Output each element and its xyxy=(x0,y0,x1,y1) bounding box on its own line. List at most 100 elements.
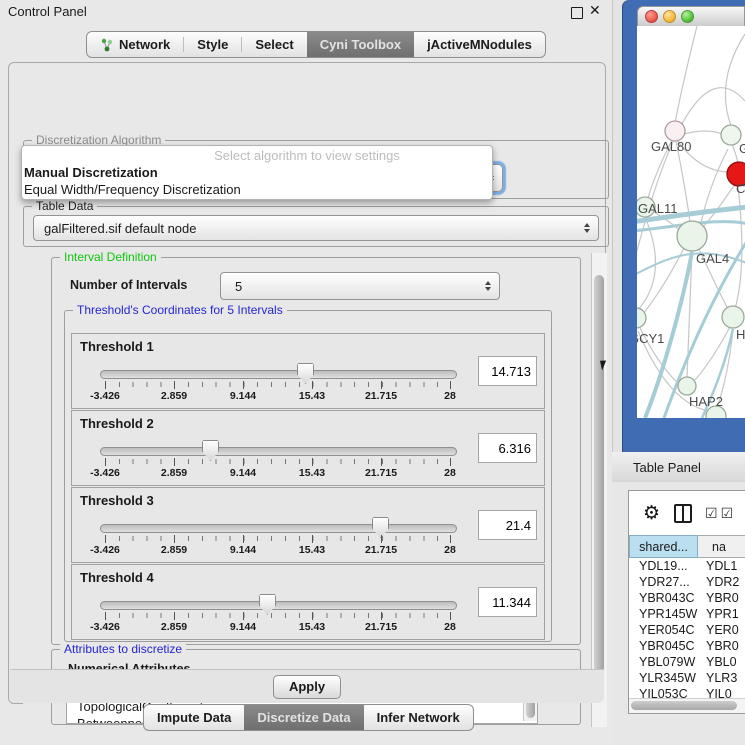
node-h[interactable] xyxy=(722,306,744,328)
tab-network[interactable]: Network xyxy=(87,32,183,57)
scrollbar-thumb[interactable] xyxy=(594,275,604,699)
dropdown-option-equal-width-frequency[interactable]: Equal Width/Frequency Discretization xyxy=(22,181,492,198)
node-label: HAP2 xyxy=(689,394,723,409)
algorithm-dropdown-popup: Select algorithm to view settings Manual… xyxy=(21,145,493,200)
threshold-3-value-field[interactable] xyxy=(478,510,537,540)
table-row[interactable]: YPR145WYPR1 xyxy=(629,606,745,622)
threshold-2-panel: Threshold 2 -3.426 2.859 9.144 15.43 21.… xyxy=(71,410,545,486)
tab-network-label: Network xyxy=(119,37,170,52)
tick-label: 28 xyxy=(444,544,456,556)
network-window-titlebar[interactable] xyxy=(637,6,745,26)
select-all-checkbox-icon[interactable]: ☑ xyxy=(705,505,718,522)
tick-label: -3.426 xyxy=(90,390,120,402)
column-header-name[interactable]: na xyxy=(698,535,745,558)
cell: YDR27... xyxy=(629,574,698,590)
table-row[interactable]: YBR045CYBR0 xyxy=(629,638,745,654)
group-title: Table Data xyxy=(32,199,97,213)
slider-thumb[interactable] xyxy=(202,440,219,461)
tab-discretize-data-label: Discretize Data xyxy=(257,710,350,725)
table-row[interactable]: YBR043CYBR0 xyxy=(629,590,745,606)
mac-minimize-button[interactable] xyxy=(663,10,676,23)
combo-value: galFiltered.sif default node xyxy=(34,221,580,236)
node-gal4[interactable] xyxy=(677,221,707,251)
threshold-3-slider[interactable] xyxy=(100,524,457,533)
tick-label: 15.43 xyxy=(299,621,325,633)
select-all-checkbox-icon[interactable]: ☑ xyxy=(721,505,734,522)
table-row[interactable]: YLR345WYLR3 xyxy=(629,670,745,686)
control-panel: Control Panel ✕ Network Style Select Cyn… xyxy=(0,0,613,745)
table-rows: YDL19...YDL1 YDR27...YDR2 YBR043CYBR0 YP… xyxy=(629,558,745,702)
combo-stepper-icon xyxy=(481,281,495,291)
table-row[interactable]: YDL19...YDL1 xyxy=(629,558,745,574)
tick-label: 15.43 xyxy=(299,544,325,556)
tab-infer-network[interactable]: Infer Network xyxy=(364,705,473,730)
float-window-icon[interactable] xyxy=(571,7,583,19)
threshold-1-value-field[interactable] xyxy=(478,356,537,386)
cell: YLR345W xyxy=(629,670,698,686)
threshold-4-value-field[interactable] xyxy=(478,587,537,617)
network-canvas[interactable]: GAL80 GA C GAL11 GAL4 GCY1 H HAP2 xyxy=(637,26,745,418)
tab-impute-data[interactable]: Impute Data xyxy=(144,705,244,730)
node-label: GCY1 xyxy=(637,331,664,346)
tick-label: 28 xyxy=(444,390,456,402)
node-top-right[interactable] xyxy=(721,125,741,145)
panel-title: Control Panel xyxy=(8,4,87,19)
node-hap2[interactable] xyxy=(678,377,696,395)
node-label: H xyxy=(736,327,745,342)
tick-label: 21.715 xyxy=(365,621,397,633)
settings-scrollpane: Interval Definition Number of Intervals … xyxy=(23,253,607,727)
slider-ticks xyxy=(105,536,451,541)
threshold-2-value-field[interactable] xyxy=(478,433,537,463)
tab-select[interactable]: Select xyxy=(242,32,306,57)
cell: YER0 xyxy=(698,622,745,638)
node-gal80[interactable] xyxy=(665,121,685,141)
table-horizontal-scrollbar[interactable] xyxy=(629,698,745,713)
threshold-2-slider[interactable] xyxy=(100,447,457,456)
node-table: ⚙ ☑ ☑ shared... na YDL19...YDL1 YDR27...… xyxy=(628,490,745,714)
threshold-4-slider[interactable] xyxy=(100,601,457,610)
slider-thumb[interactable] xyxy=(259,594,276,615)
table-row[interactable]: YBL079WYBL0 xyxy=(629,654,745,670)
tick-label: 28 xyxy=(444,467,456,479)
table-data-combobox[interactable]: galFiltered.sif default node xyxy=(33,215,599,241)
column-header-shared-name[interactable]: shared... xyxy=(629,535,698,558)
mac-zoom-button[interactable] xyxy=(681,10,694,23)
threshold-label: Threshold 4 xyxy=(80,570,154,585)
slider-ticks xyxy=(105,459,451,464)
settings-scrollbar[interactable] xyxy=(591,253,607,727)
table-row[interactable]: YER054CYER0 xyxy=(629,622,745,638)
tick-label: 2.859 xyxy=(161,467,187,479)
number-of-intervals-combobox[interactable]: 5 xyxy=(220,272,500,300)
thresholds-coordinates-group: Threshold's Coordinates for 5 Intervals … xyxy=(64,310,552,642)
tick-label: 9.144 xyxy=(230,467,256,479)
node-label: GA xyxy=(739,141,745,156)
cell: YBR0 xyxy=(698,590,745,606)
tab-cyni-toolbox[interactable]: Cyni Toolbox xyxy=(307,32,414,57)
tick-label: 21.715 xyxy=(365,467,397,479)
scrollbar-thumb[interactable] xyxy=(631,701,737,710)
apply-button-label: Apply xyxy=(289,679,325,694)
cell: YBR043C xyxy=(629,590,698,606)
cell: YBL0 xyxy=(698,654,745,670)
split-columns-icon[interactable] xyxy=(674,504,692,523)
table-panel-body: ⚙ ☑ ☑ shared... na YDL19...YDL1 YDR27...… xyxy=(612,482,745,745)
mac-close-button[interactable] xyxy=(645,10,658,23)
tab-discretize-data[interactable]: Discretize Data xyxy=(244,705,363,730)
gear-icon[interactable]: ⚙ xyxy=(643,502,660,525)
table-toolbar: ⚙ ☑ ☑ xyxy=(629,491,745,535)
dropdown-option-manual-discretization[interactable]: Manual Discretization xyxy=(22,164,492,181)
cell: YBR045C xyxy=(629,638,698,654)
close-icon[interactable]: ✕ xyxy=(589,2,601,19)
cell: YDL1 xyxy=(698,558,745,574)
tab-jactivemnodules[interactable]: jActiveMNodules xyxy=(414,32,545,57)
node-label: C xyxy=(736,181,745,196)
tab-style[interactable]: Style xyxy=(184,32,241,57)
table-row[interactable]: YDR27...YDR2 xyxy=(629,574,745,590)
network-graph: GAL80 GA C GAL11 GAL4 GCY1 H HAP2 xyxy=(637,26,745,418)
control-panel-tabs: Network Style Select Cyni Toolbox jActiv… xyxy=(86,31,546,58)
interval-definition-group: Interval Definition Number of Intervals … xyxy=(51,257,581,645)
threshold-1-slider[interactable] xyxy=(100,370,457,379)
threshold-label: Threshold 1 xyxy=(80,339,154,354)
cell: YDL19... xyxy=(629,558,698,574)
apply-button[interactable]: Apply xyxy=(273,675,341,699)
